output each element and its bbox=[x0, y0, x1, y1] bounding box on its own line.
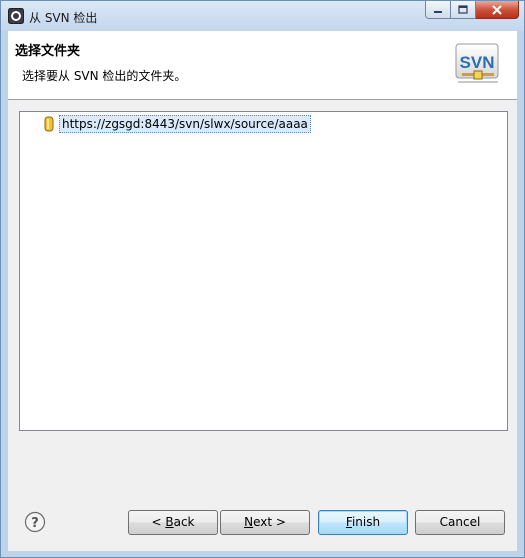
back-button[interactable]: < Back bbox=[128, 510, 218, 535]
svg-text:SVN: SVN bbox=[460, 53, 495, 72]
maximize-button[interactable] bbox=[451, 1, 476, 19]
title-bar[interactable]: 从 SVN 检出 bbox=[1, 1, 524, 31]
repository-icon bbox=[44, 116, 54, 132]
window-controls bbox=[425, 1, 519, 21]
next-suffix: > bbox=[272, 515, 286, 529]
finish-rest: inish bbox=[351, 515, 381, 529]
maximize-icon bbox=[458, 5, 468, 14]
back-mnemonic: B bbox=[165, 515, 174, 529]
next-rest: ext bbox=[253, 515, 273, 529]
folder-tree[interactable]: https://zgsgd:8443/svn/slwx/source/aaaa bbox=[19, 111, 508, 431]
cancel-button[interactable]: Cancel bbox=[415, 510, 505, 535]
tree-item-repository[interactable]: https://zgsgd:8443/svn/slwx/source/aaaa bbox=[41, 115, 311, 133]
svn-logo-icon: SVN bbox=[455, 43, 499, 83]
wizard-header: 选择文件夹 选择要从 SVN 检出的文件夹。 SVN bbox=[8, 31, 517, 100]
minimize-icon bbox=[434, 10, 442, 13]
window-title: 从 SVN 检出 bbox=[29, 11, 98, 25]
close-icon bbox=[492, 4, 502, 15]
page-description: 选择要从 SVN 检出的文件夹。 bbox=[22, 69, 187, 83]
finish-button[interactable]: Finish bbox=[318, 510, 408, 535]
minimize-button[interactable] bbox=[425, 1, 451, 19]
next-mnemonic: N bbox=[244, 515, 254, 529]
help-icon[interactable]: ? bbox=[24, 511, 46, 533]
dialog-client-area: 选择文件夹 选择要从 SVN 检出的文件夹。 SVN https://zgsgd… bbox=[8, 31, 517, 551]
page-title: 选择文件夹 bbox=[15, 44, 81, 59]
eclipse-app-icon bbox=[8, 8, 24, 24]
back-rest: ack bbox=[173, 515, 195, 529]
dialog-window: 从 SVN 检出 选择文件夹 选择要从 SVN 检出的文件夹。 SVN http… bbox=[0, 0, 525, 558]
next-button[interactable]: Next > bbox=[220, 510, 310, 535]
close-button[interactable] bbox=[476, 1, 519, 19]
wizard-footer: ? < Back Next > Finish Cancel bbox=[8, 481, 517, 551]
back-prefix: < bbox=[151, 515, 166, 529]
tree-item-label: https://zgsgd:8443/svn/slwx/source/aaaa bbox=[59, 115, 311, 133]
svg-text:?: ? bbox=[31, 516, 39, 531]
